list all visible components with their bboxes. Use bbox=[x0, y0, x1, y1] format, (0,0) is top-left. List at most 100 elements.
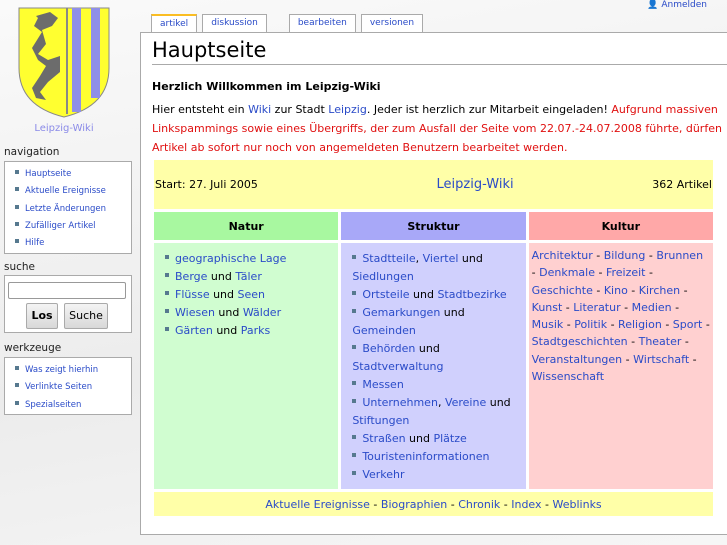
list-item: Stadtteile, Viertel und Siedlungen bbox=[352, 250, 524, 286]
link[interactable]: Wiki bbox=[248, 103, 271, 116]
link[interactable]: Berge bbox=[175, 270, 207, 283]
link[interactable]: Geschichte bbox=[532, 284, 593, 297]
list-item: Behörden und Stadtverwaltung bbox=[352, 340, 524, 376]
footer-link[interactable]: Aktuelle Ereignisse bbox=[265, 498, 370, 511]
link[interactable]: Viertel bbox=[423, 252, 459, 265]
link[interactable]: Touristeninformationen bbox=[362, 450, 489, 463]
sidebar-item[interactable]: Letzte Änderungen bbox=[13, 201, 131, 218]
link[interactable]: Wiesen bbox=[175, 306, 215, 319]
link[interactable]: Gemarkungen bbox=[362, 306, 440, 319]
sidebar-link[interactable]: Letzte Änderungen bbox=[25, 204, 106, 214]
link[interactable]: Stadtbezirke bbox=[437, 288, 506, 301]
wiki-name-link[interactable]: Leipzig-Wiki bbox=[397, 177, 514, 192]
search-button[interactable]: Suche bbox=[64, 303, 108, 329]
link[interactable]: Politik bbox=[574, 318, 607, 331]
link[interactable]: Veranstaltungen bbox=[532, 353, 623, 366]
tab-artikel[interactable]: artikel bbox=[151, 14, 198, 32]
sidebar-link[interactable]: Hilfe bbox=[25, 238, 44, 248]
link[interactable]: Wirtschaft bbox=[633, 353, 689, 366]
link[interactable]: Stadtteile bbox=[362, 252, 415, 265]
text: und bbox=[409, 288, 438, 301]
text: und bbox=[212, 324, 241, 337]
link[interactable]: Seen bbox=[238, 288, 266, 301]
link[interactable]: Bildung bbox=[604, 249, 646, 262]
footer-link[interactable]: Biographien bbox=[381, 498, 447, 511]
text: und bbox=[486, 396, 511, 409]
sidebar-item[interactable]: Verlinkte Seiten bbox=[13, 379, 131, 396]
link[interactable]: Freizeit bbox=[606, 266, 646, 279]
link[interactable]: Behörden bbox=[362, 342, 415, 355]
text: und bbox=[440, 306, 465, 319]
sidebar-item[interactable]: Aktuelle Ereignisse bbox=[13, 183, 131, 200]
sidebar-item[interactable]: Spezialseiten bbox=[13, 397, 131, 414]
link[interactable]: Architektur bbox=[532, 249, 593, 262]
footer-link[interactable]: Index bbox=[511, 498, 541, 511]
link[interactable]: Unternehmen bbox=[362, 396, 438, 409]
link[interactable]: Verkehr bbox=[362, 468, 404, 481]
text: und bbox=[415, 342, 440, 355]
sidebar-link[interactable]: Spezialseiten bbox=[25, 400, 81, 410]
link[interactable]: Stadtgeschichten bbox=[532, 335, 628, 348]
link[interactable]: Denkmale bbox=[539, 266, 595, 279]
go-button[interactable]: Los bbox=[26, 303, 58, 329]
link[interactable]: Kino bbox=[604, 284, 628, 297]
link[interactable]: Brunnen bbox=[656, 249, 703, 262]
link[interactable]: Siedlungen bbox=[352, 270, 414, 283]
sidebar-link[interactable]: Was zeigt hierhin bbox=[25, 365, 98, 375]
sidebar-link[interactable]: Verlinkte Seiten bbox=[25, 382, 92, 392]
sidebar-link[interactable]: Hauptseite bbox=[25, 169, 71, 179]
link[interactable]: Gemeinden bbox=[352, 324, 416, 337]
footer-link[interactable]: Weblinks bbox=[553, 498, 602, 511]
sidebar-item[interactable]: Hilfe bbox=[13, 235, 131, 252]
link[interactable]: Stiftungen bbox=[352, 414, 409, 427]
tools-heading: werkzeuge bbox=[4, 342, 62, 354]
login-link[interactable]: 👤 Anmelden bbox=[647, 0, 707, 10]
logo[interactable]: Leipzig-Wiki bbox=[14, 6, 114, 134]
link[interactable]: Kunst bbox=[532, 301, 563, 314]
link[interactable]: Straßen bbox=[362, 432, 405, 445]
tab-bearbeiten[interactable]: bearbeiten bbox=[288, 14, 356, 32]
link[interactable]: Gärten bbox=[175, 324, 213, 337]
footer-link[interactable]: Chronik bbox=[458, 498, 500, 511]
link[interactable]: Sport bbox=[673, 318, 703, 331]
column-kultur: Architektur - Bildung - Brunnen - Denkma… bbox=[528, 243, 713, 489]
sidebar-item[interactable]: Was zeigt hierhin bbox=[13, 362, 131, 379]
link[interactable]: Ortsteile bbox=[362, 288, 409, 301]
sidebar-link[interactable]: Aktuelle Ereignisse bbox=[25, 186, 106, 196]
link[interactable]: Plätze bbox=[433, 432, 466, 445]
link[interactable]: Leipzig bbox=[328, 103, 367, 116]
text: , bbox=[437, 396, 445, 409]
info-row: Start: 27. Juli 2005 Leipzig-Wiki 362 Ar… bbox=[154, 160, 713, 209]
sidebar-item[interactable]: Hauptseite bbox=[13, 166, 131, 183]
tab-diskussion[interactable]: diskussion bbox=[202, 14, 267, 32]
login-label: Anmelden bbox=[661, 0, 707, 10]
link[interactable]: Medien bbox=[632, 301, 672, 314]
sidebar-link[interactable]: Zufälliger Artikel bbox=[25, 221, 96, 231]
list-item: Gemarkungen und Gemeinden bbox=[352, 304, 524, 340]
link[interactable]: geographische Lage bbox=[175, 252, 286, 265]
start-date: Start: 27. Juli 2005 bbox=[155, 178, 258, 191]
link[interactable]: Flüsse bbox=[175, 288, 210, 301]
link[interactable]: Religion bbox=[618, 318, 662, 331]
link[interactable]: Theater bbox=[639, 335, 682, 348]
footer-links: Aktuelle Ereignisse - Biographien - Chro… bbox=[154, 492, 713, 516]
list-item: Verkehr bbox=[352, 466, 524, 484]
welcome-heading: Herzlich Willkommen im Leipzig-Wiki bbox=[152, 80, 381, 93]
list-item: Wiesen und Wälder bbox=[165, 304, 337, 322]
link[interactable]: Messen bbox=[362, 378, 403, 391]
link[interactable]: Täler bbox=[235, 270, 262, 283]
link[interactable]: Wissenschaft bbox=[532, 370, 604, 383]
link[interactable]: Parks bbox=[241, 324, 271, 337]
link[interactable]: Kirchen bbox=[639, 284, 680, 297]
sidebar-item[interactable]: Zufälliger Artikel bbox=[13, 218, 131, 235]
list-item: Touristeninformationen bbox=[352, 448, 524, 466]
link[interactable]: Musik bbox=[532, 318, 564, 331]
intro-text: Hier entsteht ein Wiki zur Stadt Leipzig… bbox=[152, 100, 722, 157]
link[interactable]: Wälder bbox=[243, 306, 281, 319]
link[interactable]: Stadtverwaltung bbox=[352, 360, 443, 373]
tab-versionen[interactable]: versionen bbox=[360, 14, 424, 32]
search-input[interactable] bbox=[8, 282, 126, 299]
link[interactable]: Vereine bbox=[445, 396, 486, 409]
page-title: Hauptseite bbox=[152, 38, 727, 65]
link[interactable]: Literatur bbox=[573, 301, 620, 314]
